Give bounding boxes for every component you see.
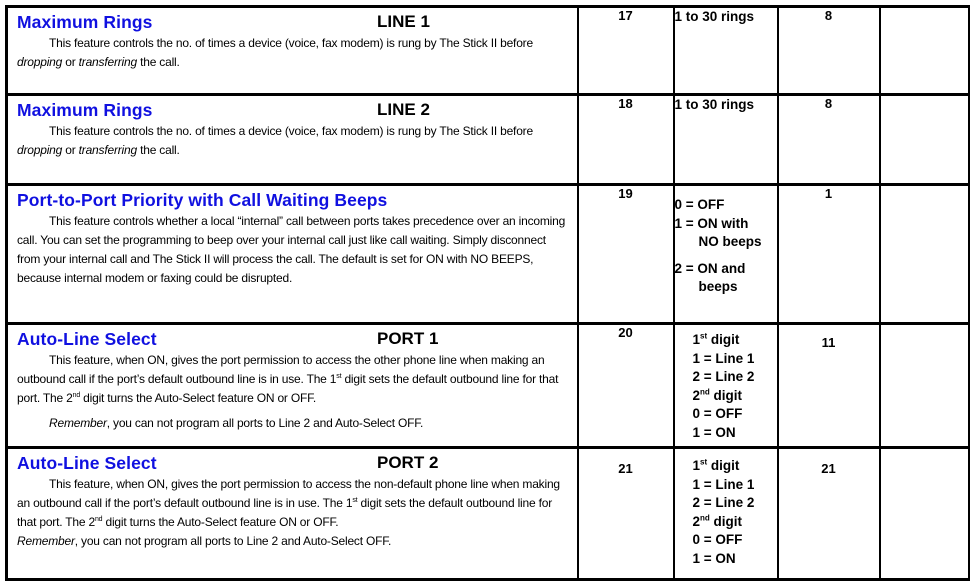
- feature-description-cell: Port-to-Port Priority with Call Waiting …: [5, 183, 579, 325]
- feature-title: Port-to-Port Priority with Call Waiting …: [17, 190, 388, 210]
- table-row: Port-to-Port Priority with Call Waiting …: [5, 183, 970, 325]
- default-cell: 11: [776, 322, 881, 449]
- location-cell: 18: [576, 93, 675, 186]
- feature-remember-note: Remember, you can not program all ports …: [17, 534, 392, 548]
- feature-description: This feature controls whether a local “i…: [17, 214, 566, 285]
- feature-description: This feature, when ON, gives the port pe…: [17, 353, 559, 405]
- default-cell: 8: [776, 93, 881, 186]
- feature-title: Auto-Line Select: [17, 453, 157, 473]
- feature-subtitle: PORT 2: [377, 453, 439, 472]
- feature-remember-note: Remember, you can not program all ports …: [49, 416, 424, 430]
- range-cell: 1 to 30 rings: [672, 5, 779, 96]
- range-cell: 0 = OFF 1 = ON with NO beeps 2 = ON and …: [672, 183, 779, 325]
- feature-description: This feature controls the no. of times a…: [17, 124, 533, 157]
- setting-cell[interactable]: [878, 93, 970, 186]
- table-row: Maximum Rings LINE 1 This feature contro…: [5, 5, 970, 96]
- feature-subtitle: LINE 2: [377, 100, 430, 119]
- feature-subtitle: PORT 1: [377, 329, 439, 348]
- location-cell: 19: [576, 183, 675, 325]
- setting-cell[interactable]: [878, 5, 970, 96]
- table-row: Auto-Line Select PORT 2 This feature, wh…: [5, 446, 970, 581]
- feature-description-cell: Auto-Line Select PORT 2 This feature, wh…: [5, 446, 579, 581]
- feature-description-cell: Maximum Rings LINE 1 This feature contro…: [5, 5, 579, 96]
- location-cell: 20: [576, 322, 675, 449]
- setting-cell[interactable]: [878, 183, 970, 325]
- setting-cell[interactable]: [878, 446, 970, 581]
- default-cell: 1: [776, 183, 881, 325]
- feature-title: Maximum Rings: [17, 12, 153, 32]
- feature-title: Auto-Line Select: [17, 329, 157, 349]
- table-row: Auto-Line Select PORT 1 This feature, wh…: [5, 322, 970, 449]
- feature-description: This feature controls the no. of times a…: [17, 36, 533, 69]
- default-cell: 8: [776, 5, 881, 96]
- range-cell: 1st digit 1 = Line 1 2 = Line 2 2nd digi…: [672, 446, 779, 581]
- feature-description: This feature, when ON, gives the port pe…: [17, 477, 560, 529]
- location-cell: 17: [576, 5, 675, 96]
- range-cell: 1 to 30 rings: [672, 93, 779, 186]
- table-row: Maximum Rings LINE 2 This feature contro…: [5, 93, 970, 186]
- default-cell: 21: [776, 446, 881, 581]
- feature-subtitle: LINE 1: [377, 12, 430, 31]
- programming-table: Maximum Rings LINE 1 This feature contro…: [5, 5, 970, 581]
- location-cell: 21: [576, 446, 675, 581]
- feature-title: Maximum Rings: [17, 100, 153, 120]
- range-cell: 1st digit 1 = Line 1 2 = Line 2 2nd digi…: [672, 322, 779, 449]
- feature-description-cell: Maximum Rings LINE 2 This feature contro…: [5, 93, 579, 186]
- feature-description-cell: Auto-Line Select PORT 1 This feature, wh…: [5, 322, 579, 449]
- setting-cell[interactable]: [878, 322, 970, 449]
